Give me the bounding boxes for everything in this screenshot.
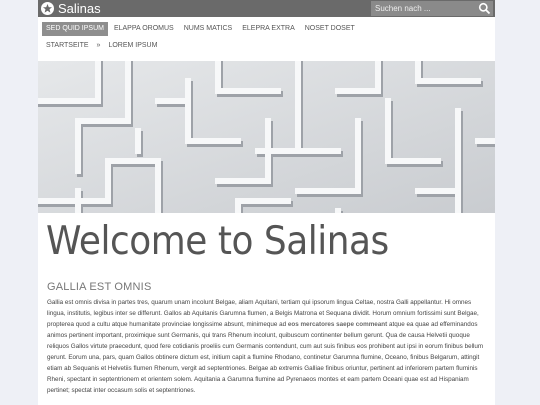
breadcrumb-current: LOREM IPSUM xyxy=(108,42,158,49)
main-nav: SED QUID IPSUM ELAPPA OROMUS NUMS MATICS… xyxy=(42,22,361,36)
breadcrumb-separator: » xyxy=(96,42,101,49)
nav-item-nums-matics[interactable]: NUMS MATICS xyxy=(180,22,236,36)
hero-maze-image xyxy=(38,61,495,213)
body-link[interactable]: eos mercatores saepe commeant xyxy=(288,321,387,328)
nav-item-elappa-oromus[interactable]: ELAPPA OROMUS xyxy=(110,22,178,36)
search-input[interactable] xyxy=(371,1,479,16)
breadcrumb: STARTSEITE » LOREM IPSUM xyxy=(46,42,157,49)
star-circle-icon[interactable] xyxy=(41,2,54,15)
page-title: Welcome to Salinas xyxy=(46,219,389,264)
top-bar: Salinas xyxy=(38,0,495,17)
body-paragraph: Gallia est omnis divisa in partes tres, … xyxy=(47,297,491,396)
search-box xyxy=(371,1,493,16)
section-heading: GALLIA EST OMNIS xyxy=(47,281,152,293)
site-title[interactable]: Salinas xyxy=(58,0,101,17)
body-text-part2: atque ea quae ad effeminandos animos per… xyxy=(47,321,484,394)
nav-item-noset-doset[interactable]: NOSET DOSET xyxy=(301,22,359,36)
breadcrumb-home[interactable]: STARTSEITE xyxy=(46,42,89,49)
nav-item-sed-quid-ipsum[interactable]: SED QUID IPSUM xyxy=(42,22,108,36)
page: Salinas SED QUID IPSUM ELAPPA OROMUS NUM… xyxy=(38,0,495,405)
search-icon[interactable] xyxy=(478,2,491,15)
nav-item-elepra-extra[interactable]: ELEPRA EXTRA xyxy=(238,22,299,36)
